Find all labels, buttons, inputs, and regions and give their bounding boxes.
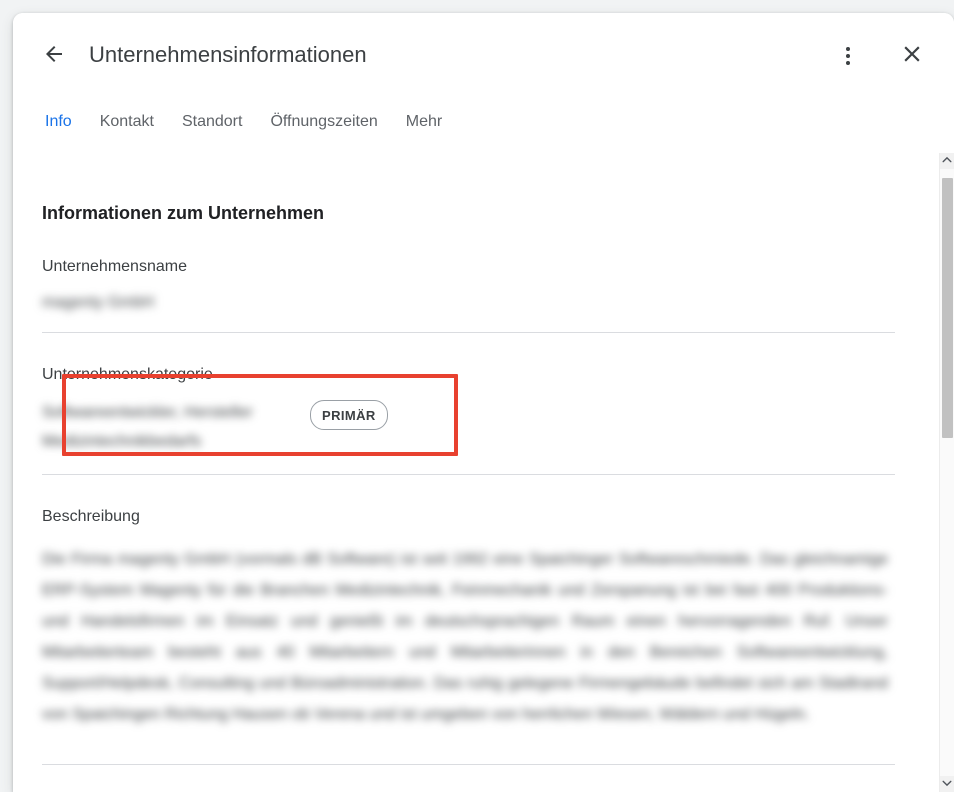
field-divider	[42, 764, 895, 765]
category-value: Softwareentwickler, Hersteller Medizinte…	[42, 404, 253, 450]
field-label: Beschreibung	[42, 508, 140, 525]
field-label: Unternehmenskategorie	[42, 366, 213, 383]
tab-info-label: Info	[45, 113, 72, 130]
header-actions	[828, 36, 932, 76]
chevron-down-icon	[942, 775, 952, 792]
description-value: Die Firma magenty GmbH (vormals dB Softw…	[42, 551, 888, 723]
vertical-scrollbar[interactable]	[939, 153, 954, 792]
status-badge-primary[interactable]: PRIMÄR	[310, 400, 388, 430]
field-label: Unternehmensname	[42, 258, 187, 275]
dialog-header: Unternehmensinformationen	[13, 13, 954, 101]
section-title: Informationen zum Unternehmen	[42, 203, 325, 223]
arrow-left-icon	[42, 42, 66, 71]
tab-kontakt[interactable]: Kontakt	[86, 101, 168, 134]
field-divider	[42, 474, 895, 475]
business-info-dialog: Unternehmensinformationen Info Kontakt S…	[13, 13, 954, 792]
tab-standort[interactable]: Standort	[168, 101, 256, 134]
field-beschreibung[interactable]: Beschreibung Die Firma magenty GmbH (vor…	[42, 506, 921, 765]
tab-oeffnungszeiten[interactable]: Öffnungszeiten	[256, 101, 391, 134]
field-divider	[42, 332, 895, 333]
tab-kontakt-label: Kontakt	[99, 113, 154, 130]
tab-bar: Info Kontakt Standort Öffnungszeiten Meh…	[13, 101, 954, 158]
scrollbar-thumb[interactable]	[942, 178, 953, 438]
tab-oeffnungszeiten-label: Öffnungszeiten	[270, 113, 378, 130]
dialog-title: Unternehmensinformationen	[89, 42, 367, 67]
info-content: Informationen zum Unternehmen Unternehme…	[13, 153, 921, 765]
scroll-up-button[interactable]	[940, 153, 954, 169]
field-unternehmensname[interactable]: Unternehmensname magenty GmbH	[42, 256, 921, 333]
tab-info[interactable]: Info	[31, 101, 86, 158]
field-value: magenty GmbH	[42, 294, 155, 311]
tab-mehr[interactable]: Mehr	[392, 101, 456, 134]
tab-standort-label: Standort	[181, 113, 243, 130]
field-unternehmenskategorie[interactable]: Unternehmenskategorie Softwareentwickler…	[42, 364, 921, 475]
tab-mehr-label: Mehr	[405, 113, 443, 130]
dialog-body: Informationen zum Unternehmen Unternehme…	[13, 153, 954, 792]
page-root: Unternehmensinformationen Info Kontakt S…	[0, 0, 954, 792]
back-button[interactable]	[34, 36, 74, 76]
close-icon	[899, 41, 925, 72]
close-button[interactable]	[892, 36, 932, 76]
scroll-down-button[interactable]	[940, 776, 954, 792]
more-options-button[interactable]	[828, 36, 868, 76]
chevron-up-icon	[942, 152, 952, 170]
category-row: Softwareentwickler, Hersteller Medizinte…	[42, 398, 921, 456]
more-vert-icon	[846, 47, 850, 65]
